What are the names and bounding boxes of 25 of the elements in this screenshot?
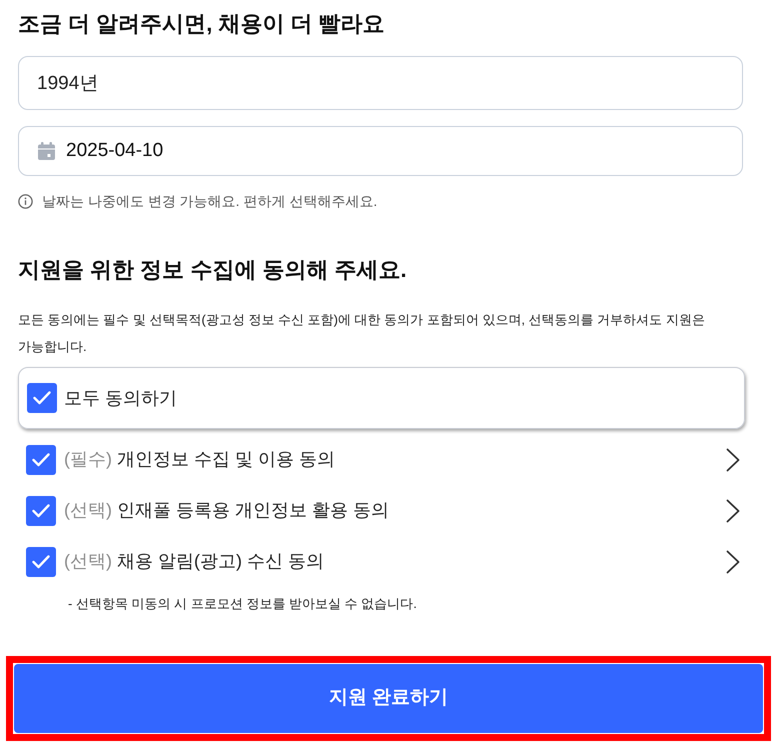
chevron-right-icon[interactable]: [726, 550, 740, 574]
chevron-right-icon[interactable]: [726, 448, 740, 472]
check-icon: [32, 452, 50, 466]
check-icon: [32, 554, 50, 568]
birth-year-field[interactable]: 1994년: [18, 56, 743, 110]
section-title: 조금 더 알려주시면, 채용이 더 빨라요: [18, 10, 386, 38]
consent-item-label: (선택) 인재풀 등록용 개인정보 활용 동의: [64, 499, 390, 522]
consent-title: 지원을 위한 정보 수집에 동의해 주세요.: [18, 256, 408, 284]
date-field[interactable]: 2025-04-10: [18, 126, 743, 176]
checkbox[interactable]: [26, 546, 56, 576]
info-icon: [18, 194, 33, 208]
checkbox[interactable]: [26, 496, 56, 526]
date-hint: 날짜는 나중에도 변경 가능해요. 편하게 선택해주세요.: [42, 192, 378, 211]
check-icon: [33, 391, 51, 405]
checkbox[interactable]: [26, 444, 56, 474]
checkbox[interactable]: [27, 383, 57, 413]
consent-item-label: (필수) 개인정보 수집 및 이용 동의: [64, 448, 336, 471]
calendar-icon: [38, 142, 55, 160]
submit-button[interactable]: 지원 완료하기: [14, 664, 763, 733]
consent-description: 모든 동의에는 필수 및 선택목적(광고성 정보 수신 포함)에 대한 동의가 포함되어 있으며, 선택동의를 거부하셔도 지원은 가능합니다.: [18, 311, 706, 356]
check-icon: [32, 504, 50, 518]
consent-note: - 선택항목 미동의 시 프로모션 정보를 받아보실 수 없습니다.: [68, 595, 418, 613]
chevron-right-icon[interactable]: [726, 498, 740, 522]
agree-all-label: 모두 동의하기: [64, 386, 178, 410]
consent-item-label: (선택) 채용 알림(광고) 수신 동의: [64, 550, 326, 573]
